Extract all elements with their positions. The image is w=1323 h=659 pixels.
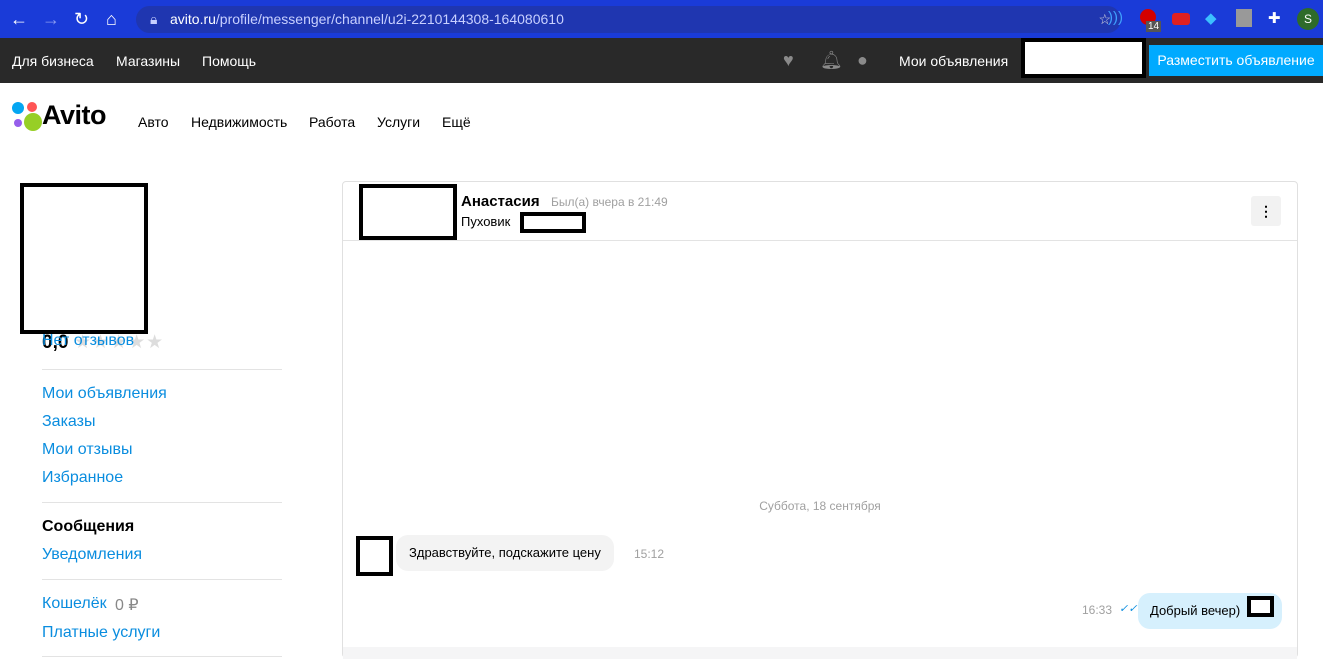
contact-name[interactable]: Анастасия <box>461 193 540 210</box>
favorites-heart-icon[interactable]: ♥ <box>783 50 794 71</box>
redacted-item-image <box>359 184 457 240</box>
url-domain: avito.ru <box>170 11 216 27</box>
item-title[interactable]: Пуховик <box>461 214 510 229</box>
lock-icon: 🔒︎ <box>150 11 158 27</box>
extension-video-icon[interactable] <box>1172 13 1190 25</box>
browser-toolbar: ← → ↻ ⌂ 🔒︎ avito.ru/profile/messenger/ch… <box>0 0 1323 38</box>
wallet-balance: 0 ₽ <box>115 597 139 614</box>
redacted-price <box>520 212 586 233</box>
sidebar-messages[interactable]: Сообщения <box>42 518 134 536</box>
extension-badge: 14 <box>1146 21 1162 32</box>
sidebar-orders[interactable]: Заказы <box>42 413 95 431</box>
link-business[interactable]: Для бизнеса <box>12 53 94 69</box>
messages-chat-icon[interactable]: ● <box>857 50 868 71</box>
more-options-button[interactable]: ⋮ <box>1251 196 1281 226</box>
divider <box>42 656 282 657</box>
divider <box>42 502 282 503</box>
chat-panel: Анастасия Был(а) вчера в 21:49 Пуховик ⋮… <box>342 181 1298 659</box>
category-jobs[interactable]: Работа <box>309 114 355 130</box>
link-my-ads[interactable]: Мои объявления <box>899 53 1008 69</box>
sidebar-favorites[interactable]: Избранное <box>42 469 123 487</box>
sidebar-paid-services[interactable]: Платные услуги <box>42 624 160 642</box>
message-time: 15:12 <box>634 547 665 561</box>
back-icon[interactable]: ← <box>10 9 28 30</box>
message-input-area[interactable] <box>343 647 1297 659</box>
redacted-sender-avatar <box>356 536 393 576</box>
extension-sound-icon[interactable]: ))) <box>1108 9 1123 26</box>
profile-avatar[interactable]: S <box>1297 8 1319 30</box>
address-bar[interactable]: 🔒︎ avito.ru/profile/messenger/channel/u2… <box>136 6 1121 33</box>
extension-hand-icon[interactable] <box>1236 9 1252 27</box>
forward-icon[interactable]: → <box>42 9 60 30</box>
sidebar-wallet[interactable]: Кошелёк <box>42 595 107 613</box>
sidebar-my-reviews[interactable]: Мои отзывы <box>42 441 133 459</box>
redacted-avatar <box>20 183 148 334</box>
message-time: 16:33 <box>1082 603 1113 617</box>
logo-text: Avito <box>42 100 107 130</box>
extensions-puzzle-icon[interactable]: ✚ <box>1268 9 1281 27</box>
category-services[interactable]: Услуги <box>377 114 420 130</box>
redacted-emoji <box>1247 596 1274 617</box>
sidebar-notifications[interactable]: Уведомления <box>42 546 142 564</box>
post-ad-button[interactable]: Разместить объявление <box>1149 45 1323 76</box>
extension-diamond-icon[interactable]: ◆ <box>1205 9 1217 27</box>
category-more[interactable]: Ещё <box>442 114 471 130</box>
home-icon[interactable]: ⌂ <box>106 9 117 30</box>
category-auto[interactable]: Авто <box>138 114 169 130</box>
date-separator: Суббота, 18 сентября <box>759 499 881 513</box>
contact-status: Был(а) вчера в 21:49 <box>551 195 668 209</box>
redacted-username <box>1021 38 1146 78</box>
no-reviews-link[interactable]: Нет отзывов <box>42 332 134 350</box>
category-realty[interactable]: Недвижимость <box>191 114 287 130</box>
read-checkmarks-icon: ✓✓ <box>1119 603 1138 615</box>
link-help[interactable]: Помощь <box>202 53 256 69</box>
notifications-bell-icon[interactable]: 🔔︎ <box>820 50 843 71</box>
divider <box>42 369 282 370</box>
link-shops[interactable]: Магазины <box>116 53 180 69</box>
sidebar-my-ads[interactable]: Мои объявления <box>42 385 167 403</box>
divider <box>42 579 282 580</box>
url-path: /profile/messenger/channel/u2i-221014430… <box>215 11 564 27</box>
incoming-message: Здравствуйте, подскажите цену <box>396 535 614 571</box>
reload-icon[interactable]: ↻ <box>74 9 89 30</box>
